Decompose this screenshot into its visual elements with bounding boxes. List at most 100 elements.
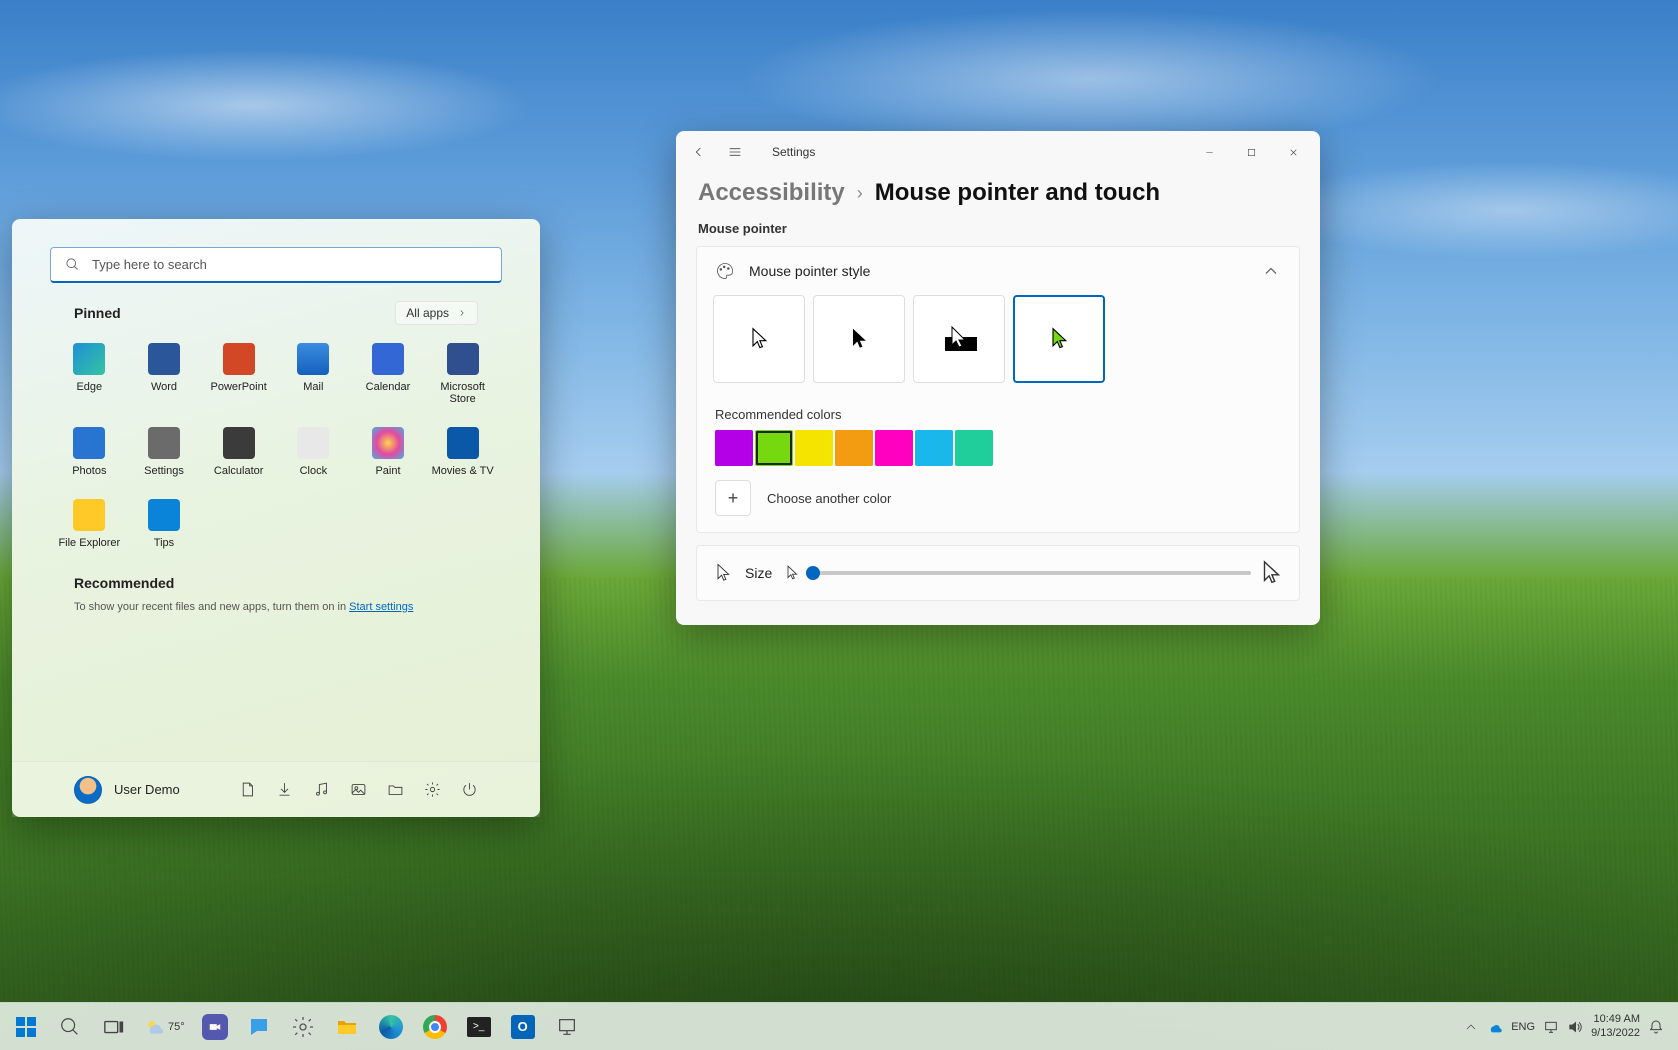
start-search-box[interactable]: [50, 247, 502, 283]
color-swatch[interactable]: [755, 430, 793, 466]
pinned-app-word[interactable]: Word: [129, 333, 200, 413]
pinned-heading: Pinned: [74, 305, 121, 321]
pinned-app-file-explorer[interactable]: File Explorer: [54, 489, 125, 557]
music-icon[interactable]: [313, 781, 330, 798]
pinned-app-movies-tv[interactable]: Movies & TV: [427, 417, 498, 485]
maximize-button[interactable]: [1230, 137, 1272, 167]
color-swatch[interactable]: [795, 430, 833, 466]
pointer-style-white[interactable]: [713, 295, 805, 383]
pointer-style-custom[interactable]: [1013, 295, 1105, 383]
pinned-app-powerpoint[interactable]: PowerPoint: [203, 333, 274, 413]
app-icon: [148, 427, 180, 459]
nav-menu-button[interactable]: [726, 143, 744, 161]
network-icon[interactable]: [1543, 1019, 1559, 1035]
camera-icon: [208, 1020, 222, 1034]
size-slider[interactable]: [808, 571, 1251, 575]
app-icon: [372, 343, 404, 375]
power-icon[interactable]: [461, 781, 478, 798]
volume-icon[interactable]: [1567, 1019, 1583, 1035]
app-icon: [297, 427, 329, 459]
size-label: Size: [745, 565, 772, 581]
search-taskbar-button[interactable]: [50, 1007, 90, 1047]
recommended-colors-label: Recommended colors: [715, 407, 1299, 422]
taskbar-app-chat[interactable]: [239, 1007, 279, 1047]
user-account-button[interactable]: User Demo: [74, 776, 180, 804]
choose-color-button[interactable]: +: [715, 480, 751, 516]
settings-icon[interactable]: [424, 781, 441, 798]
pinned-app-microsoft-store[interactable]: Microsoft Store: [427, 333, 498, 413]
start-search-input[interactable]: [92, 257, 487, 272]
file-explorer-icon[interactable]: [387, 781, 404, 798]
color-swatch[interactable]: [835, 430, 873, 466]
taskbar-app-edge[interactable]: [371, 1007, 411, 1047]
color-swatch[interactable]: [955, 430, 993, 466]
tray-clock[interactable]: 10:49 AM 9/13/2022: [1591, 1013, 1640, 1041]
downloads-icon[interactable]: [276, 781, 293, 798]
start-settings-link[interactable]: Start settings: [349, 601, 413, 613]
tray-time: 10:49 AM: [1591, 1013, 1640, 1027]
avatar: [74, 776, 102, 804]
taskbar-app-chrome[interactable]: [415, 1007, 455, 1047]
weather-temp: 75°: [168, 1021, 185, 1033]
cursor-inverted-icon: [937, 323, 981, 355]
search-icon: [65, 257, 80, 272]
pinned-app-photos[interactable]: Photos: [54, 417, 125, 485]
pinned-app-edge[interactable]: Edge: [54, 333, 125, 413]
pinned-app-clock[interactable]: Clock: [278, 417, 349, 485]
app-label: Calendar: [366, 381, 411, 393]
taskbar-app-terminal[interactable]: >_: [459, 1007, 499, 1047]
taskbar-app-outlook[interactable]: O: [503, 1007, 543, 1047]
pinned-app-paint[interactable]: Paint: [353, 417, 424, 485]
pinned-app-settings[interactable]: Settings: [129, 417, 200, 485]
taskbar-app-teams[interactable]: [195, 1007, 235, 1047]
pinned-app-tips[interactable]: Tips: [129, 489, 200, 557]
notifications-icon[interactable]: [1648, 1019, 1664, 1035]
minimize-button[interactable]: [1188, 137, 1230, 167]
app-icon: [148, 343, 180, 375]
pointer-style-inverted[interactable]: [913, 295, 1005, 383]
page-title: Mouse pointer and touch: [875, 179, 1160, 207]
onedrive-icon[interactable]: [1487, 1019, 1503, 1035]
task-view-button[interactable]: [94, 1007, 134, 1047]
pinned-app-calendar[interactable]: Calendar: [353, 333, 424, 413]
all-apps-button[interactable]: All apps: [395, 301, 478, 325]
folder-icon: [335, 1015, 359, 1039]
color-swatch[interactable]: [875, 430, 913, 466]
app-label: PowerPoint: [211, 381, 267, 393]
user-name: User Demo: [114, 782, 180, 797]
app-icon: [556, 1016, 578, 1038]
pointer-style-black[interactable]: [813, 295, 905, 383]
search-icon: [59, 1016, 81, 1038]
tray-overflow-icon[interactable]: [1463, 1019, 1479, 1035]
app-label: Microsoft Store: [427, 381, 498, 405]
back-button[interactable]: [690, 143, 708, 161]
color-swatch-row: [697, 430, 1299, 476]
taskbar-app-generic[interactable]: [547, 1007, 587, 1047]
app-label: Tips: [154, 537, 174, 549]
pointer-style-expander[interactable]: Mouse pointer style: [697, 247, 1299, 295]
app-icon: [148, 499, 180, 531]
close-button[interactable]: [1272, 137, 1314, 167]
taskbar-app-settings[interactable]: [283, 1007, 323, 1047]
gear-icon: [291, 1015, 315, 1039]
weather-widget[interactable]: 75°: [138, 1007, 191, 1047]
cursor-custom-icon: [1049, 327, 1069, 351]
app-label: Paint: [375, 465, 400, 477]
breadcrumb-parent[interactable]: Accessibility: [698, 179, 845, 207]
pictures-icon[interactable]: [350, 781, 367, 798]
app-icon: [73, 499, 105, 531]
start-button[interactable]: [6, 1007, 46, 1047]
color-swatch[interactable]: [715, 430, 753, 466]
pinned-app-calculator[interactable]: Calculator: [203, 417, 274, 485]
tray-language[interactable]: ENG: [1511, 1021, 1535, 1033]
color-swatch[interactable]: [915, 430, 953, 466]
cursor-black-icon: [849, 327, 869, 351]
slider-thumb[interactable]: [806, 566, 820, 580]
taskbar-app-explorer[interactable]: [327, 1007, 367, 1047]
app-icon: [73, 343, 105, 375]
document-icon[interactable]: [239, 781, 256, 798]
titlebar[interactable]: Settings: [676, 131, 1320, 173]
pinned-app-mail[interactable]: Mail: [278, 333, 349, 413]
pointer-style-label: Mouse pointer style: [749, 263, 870, 279]
recommended-heading: Recommended: [74, 575, 478, 591]
